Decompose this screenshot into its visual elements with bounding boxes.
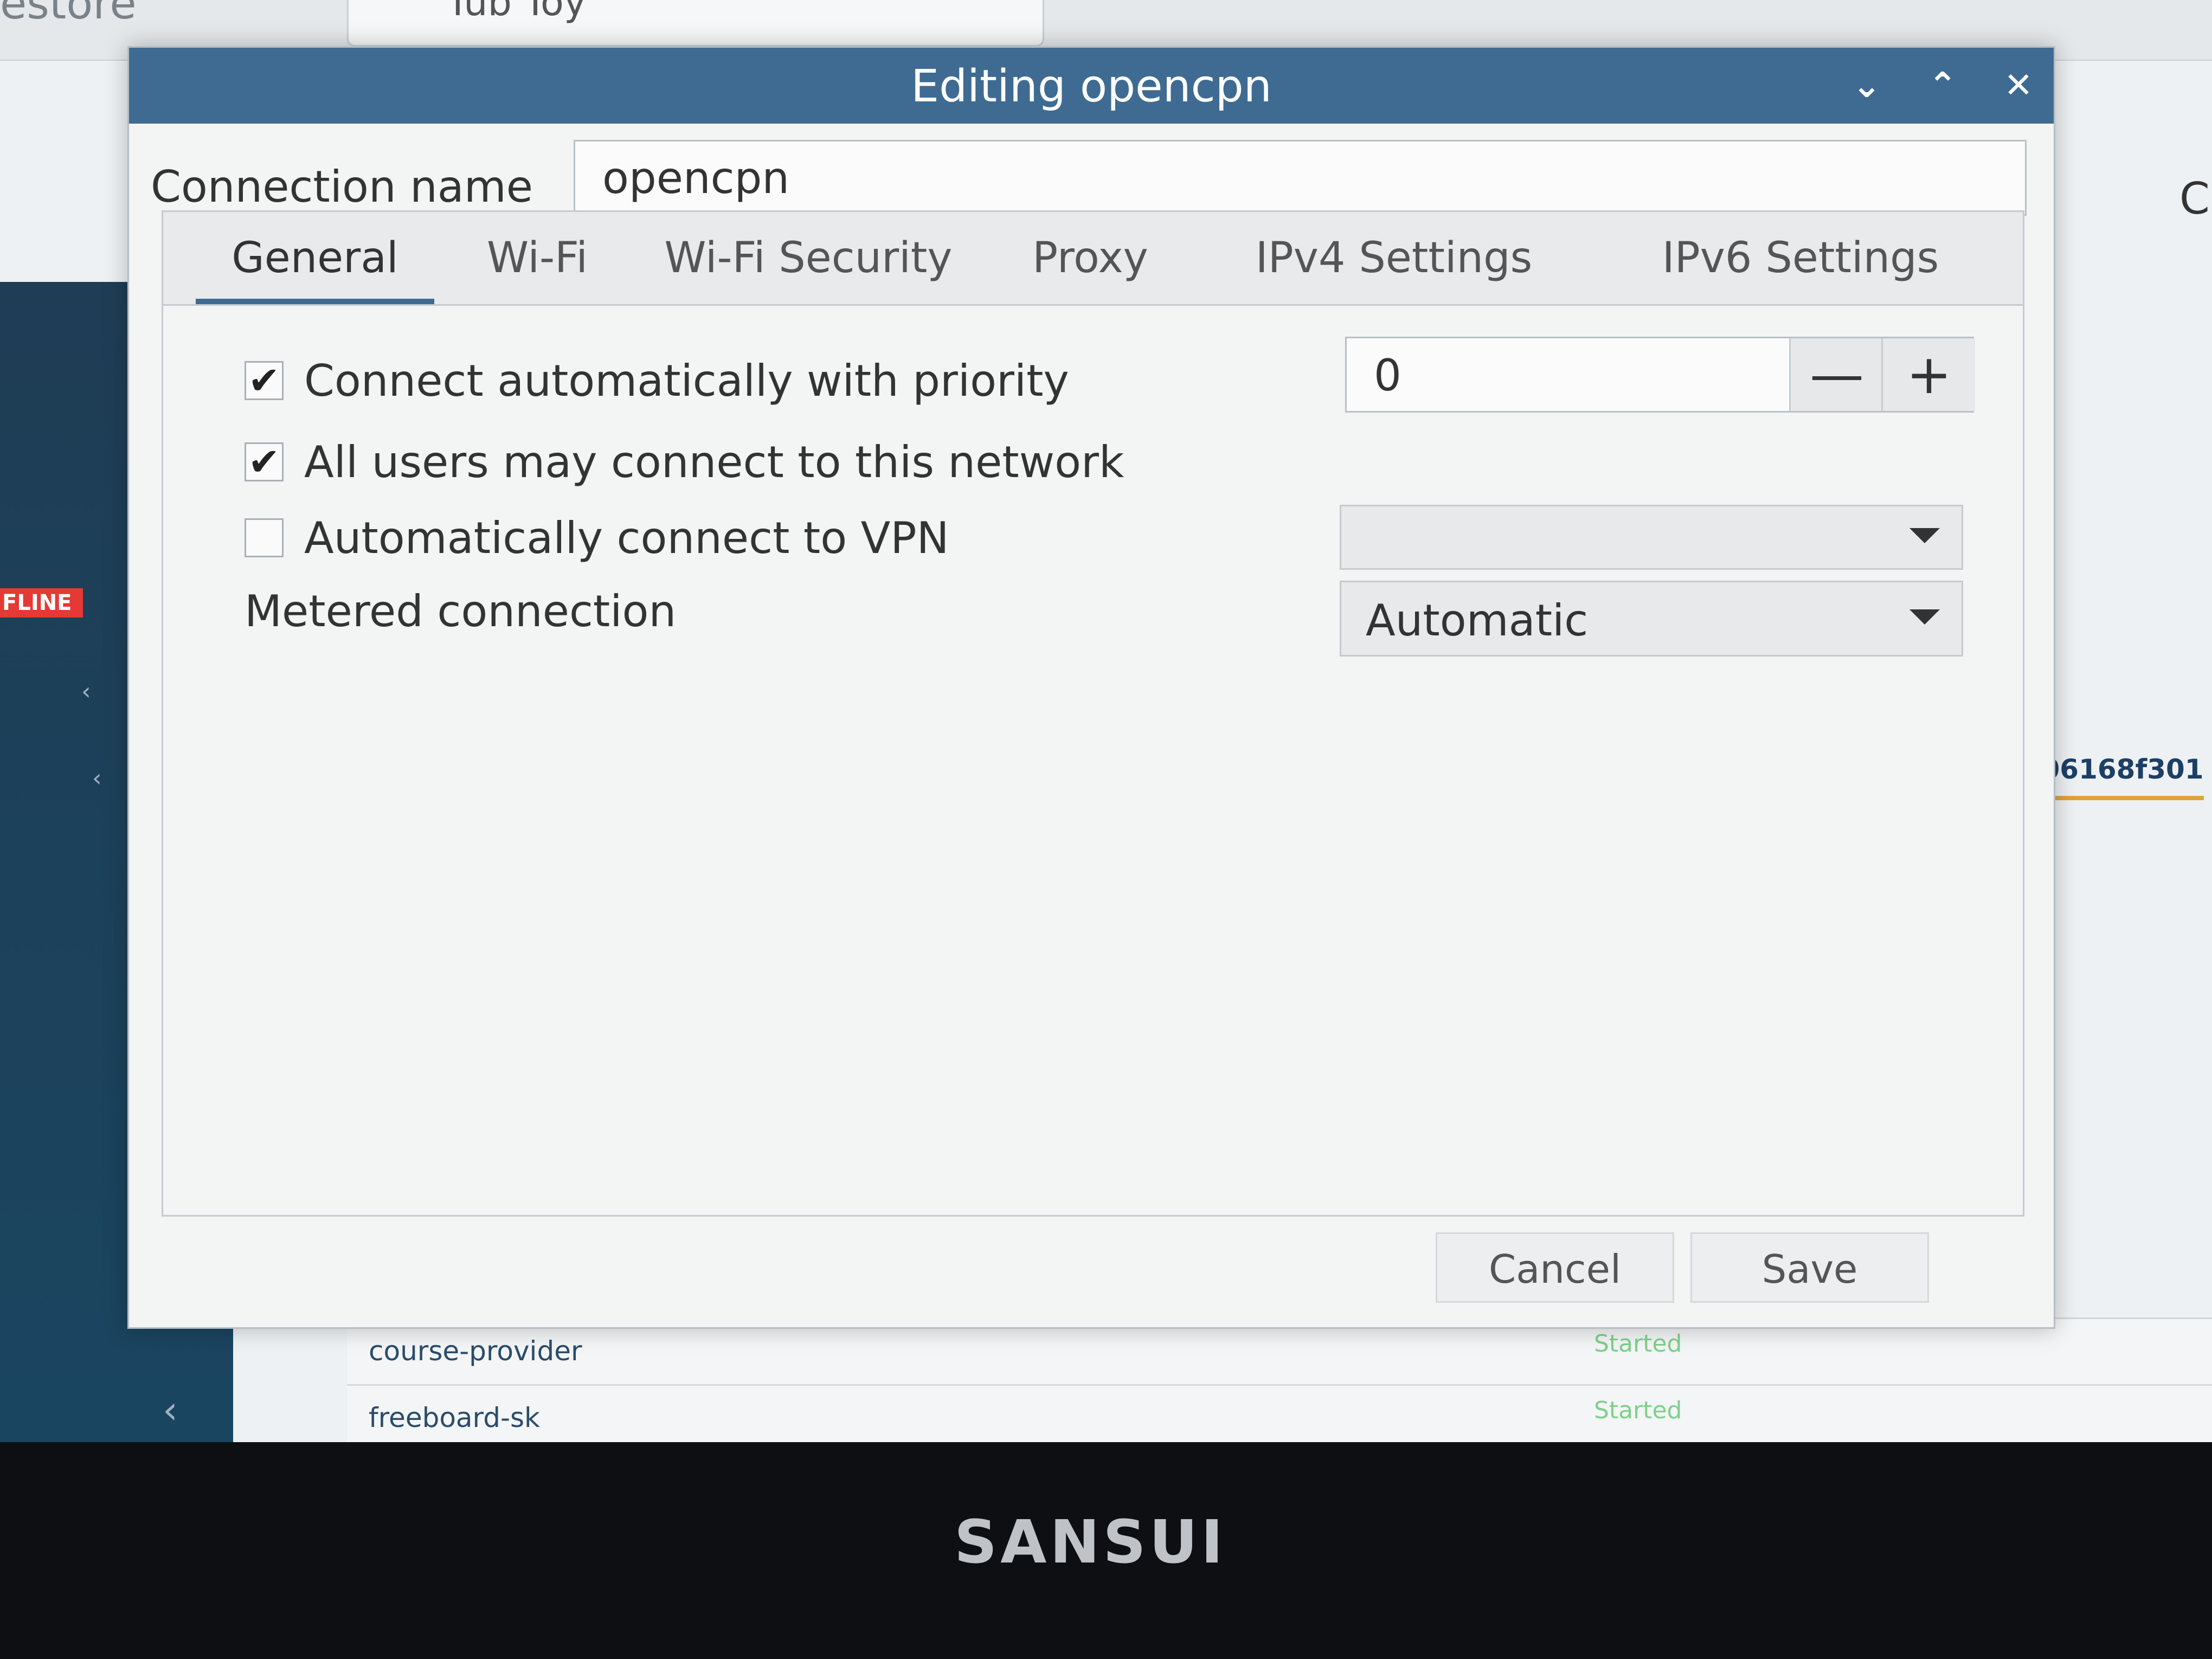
tab-ipv4-settings[interactable]: IPv4 Settings <box>1204 212 1584 304</box>
auto-vpn-label[interactable]: Automatically connect to VPN <box>304 513 949 563</box>
auto-vpn-checkbox[interactable] <box>245 518 284 557</box>
background-refresh-icon[interactable]: C <box>2179 173 2210 224</box>
metered-connection-label: Metered connection <box>245 586 677 636</box>
offline-badge: FLINE <box>0 588 83 618</box>
save-button[interactable]: Save <box>1690 1232 1929 1303</box>
tab-wifi-security[interactable]: Wi-Fi Security <box>640 212 976 304</box>
connection-name-input[interactable] <box>574 140 2027 216</box>
all-users-checkbox[interactable]: ✔ <box>245 442 284 481</box>
auto-connect-checkbox[interactable]: ✔ <box>245 361 284 400</box>
settings-notebook: General Wi-Fi Wi-Fi Security Proxy IPv4 … <box>162 210 2024 1217</box>
dialog-titlebar[interactable]: Editing opencpn ⌄ ⌃ ✕ <box>129 48 2054 124</box>
vpn-combobox[interactable] <box>1340 505 1963 570</box>
row-name: course-provider <box>369 1335 582 1367</box>
table-row[interactable]: course-provider Started <box>347 1319 2212 1386</box>
tab-general[interactable]: General <box>196 212 434 304</box>
increment-button[interactable]: + <box>1881 338 1975 411</box>
metered-connection-combobox[interactable]: Automatic <box>1340 581 1963 657</box>
minimize-icon[interactable]: ⌄ <box>1837 59 1896 113</box>
priority-value[interactable]: 0 <box>1374 350 1401 401</box>
background-top-text: estore <box>0 0 137 29</box>
chevron-left-icon[interactable]: ‹ <box>92 764 102 792</box>
dropdown-arrow-icon <box>1909 609 1940 625</box>
auto-connect-label[interactable]: Connect automatically with priority <box>304 356 1069 406</box>
background-tab-label: Tub Toy <box>446 0 587 24</box>
all-users-label[interactable]: All users may connect to this network <box>304 437 1124 487</box>
monitor-brand-logo: SANSUI <box>954 1507 1226 1577</box>
chevron-left-icon[interactable]: ‹ <box>81 678 91 705</box>
row-name: freeboard-sk <box>369 1402 541 1433</box>
general-tab-panel: ✔ Connect automatically with priority 0 … <box>163 304 2023 1215</box>
priority-spinbutton[interactable]: 0 — + <box>1345 337 1975 413</box>
table-row[interactable]: freeboard-sk Started <box>347 1386 2212 1442</box>
background-browser-tab[interactable]: Tub Toy <box>347 0 1044 47</box>
tab-bar: General Wi-Fi Wi-Fi Security Proxy IPv4 … <box>163 212 2023 306</box>
tab-wifi[interactable]: Wi-Fi <box>456 212 619 304</box>
edit-connection-dialog: Editing opencpn ⌄ ⌃ ✕ Connection name Ge… <box>127 46 2055 1329</box>
background-table: course-provider Started freeboard-sk Sta… <box>347 1317 2212 1442</box>
chevron-left-icon[interactable]: ‹ <box>163 1388 178 1432</box>
connection-name-label: Connection name <box>151 162 533 212</box>
close-icon[interactable]: ✕ <box>1989 59 2048 113</box>
row-status: Started <box>1594 1397 1682 1424</box>
dialog-title: Editing opencpn <box>911 61 1272 112</box>
dropdown-arrow-icon <box>1909 528 1940 543</box>
tab-ipv6-settings[interactable]: IPv6 Settings <box>1605 212 1996 304</box>
metered-connection-value: Automatic <box>1366 595 1589 646</box>
maximize-icon[interactable]: ⌃ <box>1913 59 1972 113</box>
row-status: Started <box>1594 1330 1682 1358</box>
tab-proxy[interactable]: Proxy <box>998 212 1182 304</box>
cancel-button[interactable]: Cancel <box>1436 1232 1674 1303</box>
decrement-button[interactable]: — <box>1789 338 1883 411</box>
